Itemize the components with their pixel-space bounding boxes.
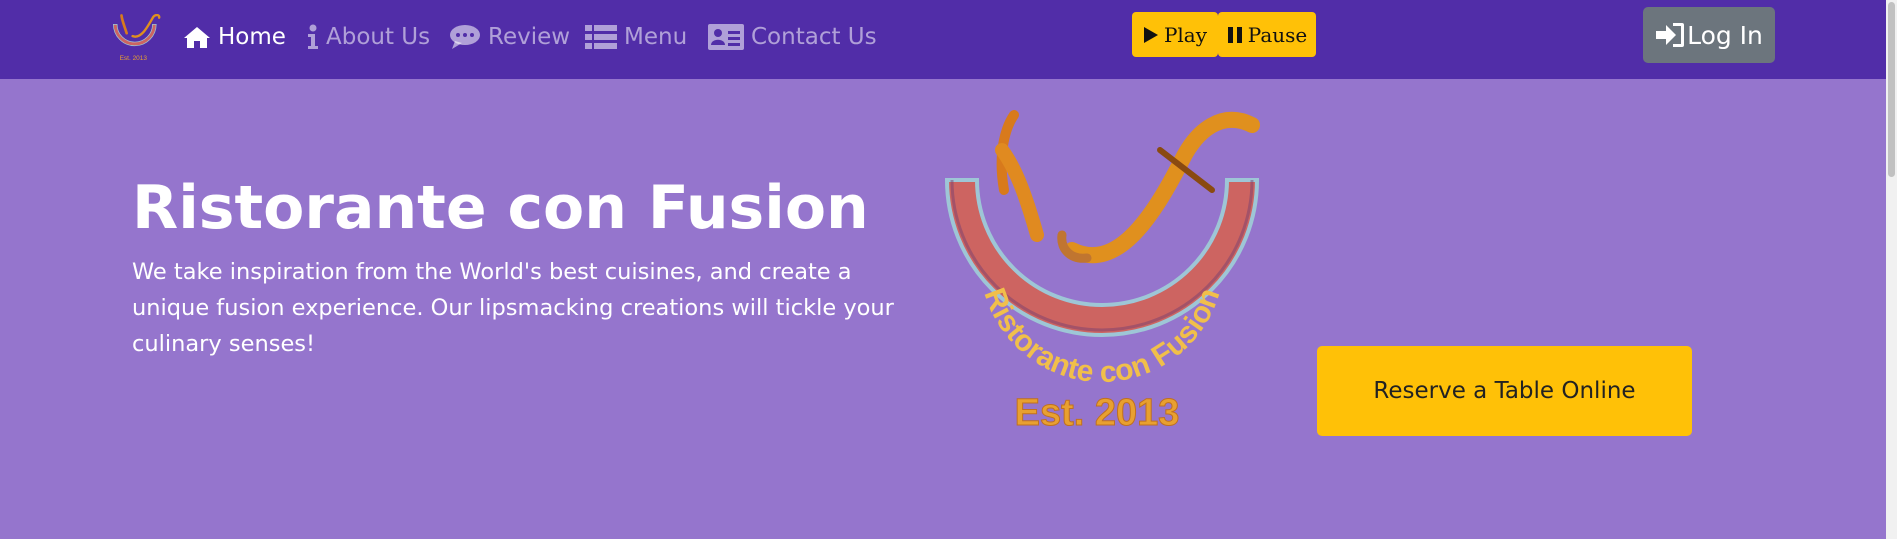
navbar: Est. 2013 Home About Us Review Menu Cont… bbox=[0, 0, 1886, 79]
login-button[interactable]: Log In bbox=[1643, 7, 1775, 63]
nav-item-label: Review bbox=[488, 24, 571, 50]
comment-icon bbox=[450, 25, 480, 49]
page-title: Ristorante con Fusion bbox=[132, 173, 869, 243]
play-button[interactable]: Play bbox=[1132, 12, 1218, 57]
login-label: Log In bbox=[1687, 20, 1763, 50]
pause-button[interactable]: Pause bbox=[1218, 12, 1316, 57]
play-icon bbox=[1143, 26, 1158, 43]
address-card-icon bbox=[708, 24, 744, 50]
brand-logo[interactable]: Est. 2013 bbox=[108, 14, 166, 62]
svg-text:Est. 2013: Est. 2013 bbox=[120, 55, 148, 62]
play-label: Play bbox=[1163, 22, 1208, 47]
nav-item-review[interactable]: Review bbox=[449, 18, 570, 56]
scrollbar-thumb[interactable] bbox=[1888, 2, 1895, 177]
list-icon bbox=[585, 25, 617, 49]
nav-item-home[interactable]: Home bbox=[183, 18, 286, 56]
nav-item-menu[interactable]: Menu bbox=[585, 18, 687, 56]
pause-label: Pause bbox=[1247, 22, 1308, 47]
reserve-table-button[interactable]: Reserve a Table Online bbox=[1317, 346, 1692, 436]
logo-est-text: Est. 2013 bbox=[1015, 392, 1180, 434]
info-icon bbox=[308, 24, 318, 49]
restaurant-logo: Ristorante con Fusion Est. 2013 bbox=[944, 110, 1260, 435]
nav-item-label: Menu bbox=[624, 24, 688, 50]
nav-item-contact-us[interactable]: Contact Us bbox=[708, 18, 877, 56]
nav-item-label: About Us bbox=[326, 24, 431, 50]
hero-lead: We take inspiration from the World's bes… bbox=[132, 259, 894, 357]
sign-in-icon bbox=[1656, 23, 1685, 47]
nav-item-about-us[interactable]: About Us bbox=[307, 18, 430, 56]
home-icon bbox=[184, 27, 210, 48]
scrollbar[interactable] bbox=[1886, 0, 1897, 539]
pause-icon bbox=[1227, 26, 1242, 43]
nav-item-label: Contact Us bbox=[751, 24, 877, 50]
nav-item-label: Home bbox=[218, 24, 286, 50]
